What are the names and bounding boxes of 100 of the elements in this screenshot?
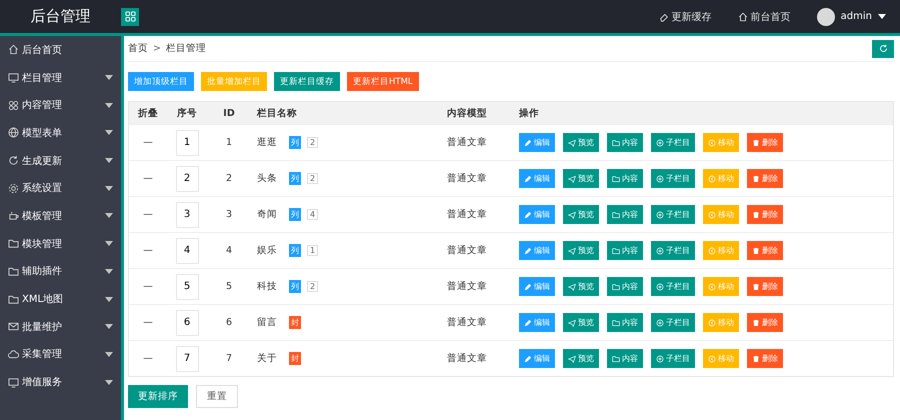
collapse-toggle[interactable]: — [143,317,153,328]
plus-circle-icon [656,282,664,290]
action-button[interactable]: 子栏目 [651,313,695,332]
action-button[interactable]: 子栏目 [651,133,695,152]
sidebar-item[interactable]: 增值服务 [0,368,121,396]
sidebar-item[interactable]: 生成更新 [0,146,121,174]
sidebar-item[interactable]: 辅助插件 [0,258,121,286]
sidebar-item[interactable]: 模板管理 [0,202,121,230]
breadcrumb-link[interactable]: 首页 [128,42,148,55]
action-button[interactable]: 子栏目 [651,169,695,188]
action-button[interactable]: 编辑 [519,241,555,260]
action-button[interactable]: 子栏目 [651,349,695,368]
order-input[interactable]: 6 [176,310,198,336]
toolbar-button[interactable]: 更新栏目缓存 [274,72,340,91]
type-tag: 列 [289,172,301,185]
action-button[interactable]: 子栏目 [651,205,695,224]
order-input[interactable]: 1 [176,130,198,156]
order-input[interactable]: 3 [176,202,198,228]
type-tag: 封 [289,316,301,329]
action-button[interactable]: 删除 [747,349,783,368]
action-button[interactable]: 预览 [563,205,599,224]
table-cell: 7 [226,353,232,364]
action-button[interactable]: 编辑 [519,313,555,332]
envelope-icon [8,321,19,332]
action-button[interactable]: 删除 [747,133,783,152]
breadcrumb-link[interactable]: 栏目管理 [166,42,206,55]
action-button[interactable]: 内容 [607,349,643,368]
apps-button[interactable] [121,8,139,26]
sidebar-item[interactable]: 采集管理 [0,340,121,368]
action-button[interactable]: 预览 [563,277,599,296]
paper-plane-icon [568,138,576,146]
action-button[interactable]: 内容 [607,277,643,296]
order-input[interactable]: 5 [176,274,198,300]
sidebar-item[interactable]: XML地图 [0,285,121,313]
type-tag: 列 [289,208,301,221]
toolbar-button[interactable]: 更新栏目HTML [347,72,419,91]
sidebar-item[interactable]: 栏目管理 [0,64,121,92]
action-button[interactable]: 编辑 [519,133,555,152]
toolbar-button[interactable]: 增加顶级栏目 [128,72,194,91]
collapse-toggle[interactable]: — [143,281,153,292]
action-button[interactable]: 预览 [563,349,599,368]
sidebar-item[interactable]: 内容管理 [0,91,121,120]
action-button[interactable]: 预览 [563,133,599,152]
pencil-icon [524,282,532,290]
paper-plane-icon [568,318,576,326]
order-input[interactable]: 4 [176,238,198,264]
folder-icon [612,174,620,182]
action-button[interactable]: 编辑 [519,349,555,368]
action-button[interactable]: 删除 [747,313,783,332]
caret-icon[interactable] [878,14,886,19]
table-cell-text: 普通文章 [446,208,488,221]
refresh-button[interactable] [872,40,894,58]
action-button[interactable]: 预览 [563,241,599,260]
sidebar-item[interactable]: 系统设置 [0,174,121,202]
action-button[interactable]: 子栏目 [651,241,695,260]
pencil-icon [524,246,532,254]
collapse-toggle[interactable]: — [143,245,153,256]
collapse-toggle[interactable]: — [143,137,153,148]
action-button[interactable]: 编辑 [519,205,555,224]
arrow-circle-icon [708,138,716,146]
action-button[interactable]: 内容 [607,241,643,260]
form-button[interactable]: 更新排序 [128,385,188,408]
action-button[interactable]: 编辑 [519,277,555,296]
header-link[interactable]: 更新缓存 [658,10,712,24]
sidebar-item[interactable]: 模型表单 [0,119,121,147]
folder-icon [612,282,620,290]
collapse-toggle[interactable]: — [143,353,153,364]
arrow-circle-icon [708,354,716,362]
arrow-circle-icon [708,246,716,254]
order-input[interactable]: 7 [176,346,198,372]
user-menu[interactable]: admin [840,11,872,22]
collapse-toggle[interactable]: — [143,173,153,184]
refresh-icon [878,44,888,53]
action-button[interactable]: 预览 [563,169,599,188]
action-button[interactable]: 删除 [747,205,783,224]
action-button[interactable]: 删除 [747,277,783,296]
header-link[interactable]: 前台首页 [738,10,791,24]
action-button[interactable]: 编辑 [519,169,555,188]
avatar-icon[interactable] [816,8,835,26]
action-button[interactable]: 内容 [607,169,643,188]
collapse-toggle[interactable]: — [143,209,153,220]
action-button[interactable]: 子栏目 [651,277,695,296]
category-name: 留言 [257,316,277,329]
action-button[interactable]: 内容 [607,313,643,332]
plus-circle-icon [656,318,664,326]
pencil-icon [524,318,532,326]
table-cell-text: 普通文章 [446,172,488,185]
action-button[interactable]: 预览 [563,313,599,332]
action-button[interactable]: 内容 [607,133,643,152]
sidebar-item[interactable]: 后台首页 [0,36,121,64]
order-input[interactable]: 2 [176,166,198,192]
plus-circle-icon [656,246,664,254]
table-cell: 2 [226,173,232,184]
sidebar-item[interactable]: 批量维护 [0,312,121,341]
action-button[interactable]: 删除 [747,241,783,260]
action-button[interactable]: 删除 [747,169,783,188]
action-button[interactable]: 内容 [607,205,643,224]
table-cell: 5 [226,281,232,292]
sidebar-item[interactable]: 模块管理 [0,230,121,258]
form-button[interactable]: 重置 [196,385,238,408]
